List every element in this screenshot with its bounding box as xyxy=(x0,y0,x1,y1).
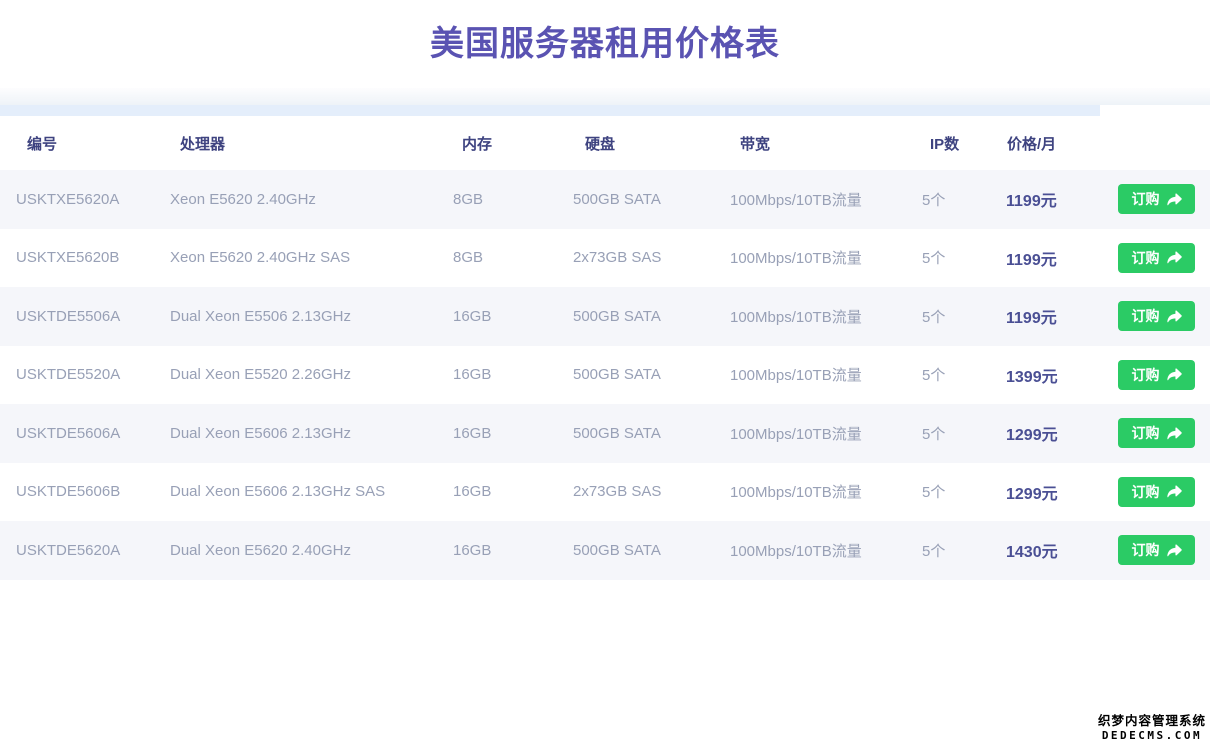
order-button-label: 订购 xyxy=(1132,482,1160,502)
cell-price: 1199元 xyxy=(995,304,1110,328)
order-button-label: 订购 xyxy=(1132,189,1160,209)
cell-ips: 5个 xyxy=(915,540,995,561)
cell-disk: 500GB SATA xyxy=(565,366,725,383)
order-button[interactable]: 订购 xyxy=(1118,243,1195,273)
cell-ips: 5个 xyxy=(915,423,995,444)
cell-cpu: Dual Xeon E5520 2.26GHz xyxy=(170,366,450,383)
order-button[interactable]: 订购 xyxy=(1118,418,1195,448)
watermark-line2: DEDECMS.COM xyxy=(1098,729,1206,742)
cell-disk: 2x73GB SAS xyxy=(565,249,725,266)
table-header-row: 编号 处理器 内存 硬盘 带宽 IP数 价格/月 xyxy=(0,116,1210,170)
cell-bandwidth: 100Mbps/10TB流量 xyxy=(725,423,915,444)
order-button[interactable]: 订购 xyxy=(1118,535,1195,565)
order-button[interactable]: 订购 xyxy=(1118,477,1195,507)
cell-ram: 16GB xyxy=(450,542,565,559)
header-cell-bandwidth: 带宽 xyxy=(725,133,915,154)
cell-price: 1399元 xyxy=(995,363,1110,387)
cell-cpu: Dual Xeon E5620 2.40GHz xyxy=(170,542,450,559)
order-button[interactable]: 订购 xyxy=(1118,301,1195,331)
table-row: USKTDE5506A Dual Xeon E5506 2.13GHz 16GB… xyxy=(0,287,1210,346)
order-button-label: 订购 xyxy=(1132,306,1160,326)
cell-id: USKTXE5620B xyxy=(0,249,170,266)
cell-id: USKTXE5620A xyxy=(0,191,170,208)
table-row: USKTXE5620A Xeon E5620 2.40GHz 8GB 500GB… xyxy=(0,170,1210,229)
cell-bandwidth: 100Mbps/10TB流量 xyxy=(725,306,915,327)
cell-disk: 500GB SATA xyxy=(565,308,725,325)
order-button[interactable]: 订购 xyxy=(1118,184,1195,214)
cell-cpu: Xeon E5620 2.40GHz SAS xyxy=(170,249,450,266)
table-row: USKTDE5606B Dual Xeon E5606 2.13GHz SAS … xyxy=(0,463,1210,522)
header-cell-price: 价格/月 xyxy=(995,133,1110,154)
forward-arrow-icon xyxy=(1167,485,1182,498)
cell-cpu: Xeon E5620 2.40GHz xyxy=(170,191,450,208)
cell-ram: 16GB xyxy=(450,425,565,442)
table-top-shade xyxy=(0,88,1210,105)
cell-ips: 5个 xyxy=(915,364,995,385)
cell-ips: 5个 xyxy=(915,189,995,210)
table-row: USKTDE5620A Dual Xeon E5620 2.40GHz 16GB… xyxy=(0,521,1210,580)
cell-price: 1199元 xyxy=(995,246,1110,270)
order-button-label: 订购 xyxy=(1132,365,1160,385)
cell-disk: 500GB SATA xyxy=(565,425,725,442)
cell-bandwidth: 100Mbps/10TB流量 xyxy=(725,364,915,385)
cell-ips: 5个 xyxy=(915,306,995,327)
cell-disk: 500GB SATA xyxy=(565,191,725,208)
pricing-table: 编号 处理器 内存 硬盘 带宽 IP数 价格/月 USKTXE5620A Xeo… xyxy=(0,88,1210,580)
header-cell-disk: 硬盘 xyxy=(565,133,725,154)
cell-ram: 16GB xyxy=(450,483,565,500)
watermark: 织梦内容管理系统 DEDECMS.COM xyxy=(1098,710,1206,742)
forward-arrow-icon xyxy=(1167,368,1182,381)
order-button[interactable]: 订购 xyxy=(1118,360,1195,390)
header-cell-ips: IP数 xyxy=(915,133,995,154)
cell-bandwidth: 100Mbps/10TB流量 xyxy=(725,189,915,210)
cell-id: USKTDE5620A xyxy=(0,542,170,559)
forward-arrow-icon xyxy=(1167,251,1182,264)
cell-ram: 8GB xyxy=(450,249,565,266)
order-button-label: 订购 xyxy=(1132,423,1160,443)
forward-arrow-icon xyxy=(1167,310,1182,323)
table-row: USKTDE5520A Dual Xeon E5520 2.26GHz 16GB… xyxy=(0,346,1210,405)
cell-bandwidth: 100Mbps/10TB流量 xyxy=(725,481,915,502)
order-button-label: 订购 xyxy=(1132,248,1160,268)
cell-price: 1430元 xyxy=(995,538,1110,562)
forward-arrow-icon xyxy=(1167,427,1182,440)
header-cell-id: 编号 xyxy=(0,133,170,154)
cell-ips: 5个 xyxy=(915,247,995,268)
cell-cpu: Dual Xeon E5606 2.13GHz SAS xyxy=(170,483,450,500)
cell-bandwidth: 100Mbps/10TB流量 xyxy=(725,247,915,268)
blue-strip xyxy=(0,105,1100,116)
header-cell-cpu: 处理器 xyxy=(170,133,450,154)
cell-ips: 5个 xyxy=(915,481,995,502)
forward-arrow-icon xyxy=(1167,193,1182,206)
order-button-label: 订购 xyxy=(1132,540,1160,560)
cell-disk: 500GB SATA xyxy=(565,542,725,559)
cell-price: 1199元 xyxy=(995,187,1110,211)
cell-id: USKTDE5506A xyxy=(0,308,170,325)
header-cell-ram: 内存 xyxy=(450,133,565,154)
cell-bandwidth: 100Mbps/10TB流量 xyxy=(725,540,915,561)
watermark-line1: 织梦内容管理系统 xyxy=(1098,710,1206,729)
cell-price: 1299元 xyxy=(995,480,1110,504)
cell-cpu: Dual Xeon E5606 2.13GHz xyxy=(170,425,450,442)
forward-arrow-icon xyxy=(1167,544,1182,557)
cell-ram: 16GB xyxy=(450,366,565,383)
cell-id: USKTDE5520A xyxy=(0,366,170,383)
page-title: 美国服务器租用价格表 xyxy=(0,0,1210,65)
cell-cpu: Dual Xeon E5506 2.13GHz xyxy=(170,308,450,325)
cell-price: 1299元 xyxy=(995,421,1110,445)
cell-id: USKTDE5606A xyxy=(0,425,170,442)
table-row: USKTDE5606A Dual Xeon E5606 2.13GHz 16GB… xyxy=(0,404,1210,463)
cell-disk: 2x73GB SAS xyxy=(565,483,725,500)
cell-ram: 16GB xyxy=(450,308,565,325)
table-row: USKTXE5620B Xeon E5620 2.40GHz SAS 8GB 2… xyxy=(0,229,1210,288)
cell-ram: 8GB xyxy=(450,191,565,208)
cell-id: USKTDE5606B xyxy=(0,483,170,500)
